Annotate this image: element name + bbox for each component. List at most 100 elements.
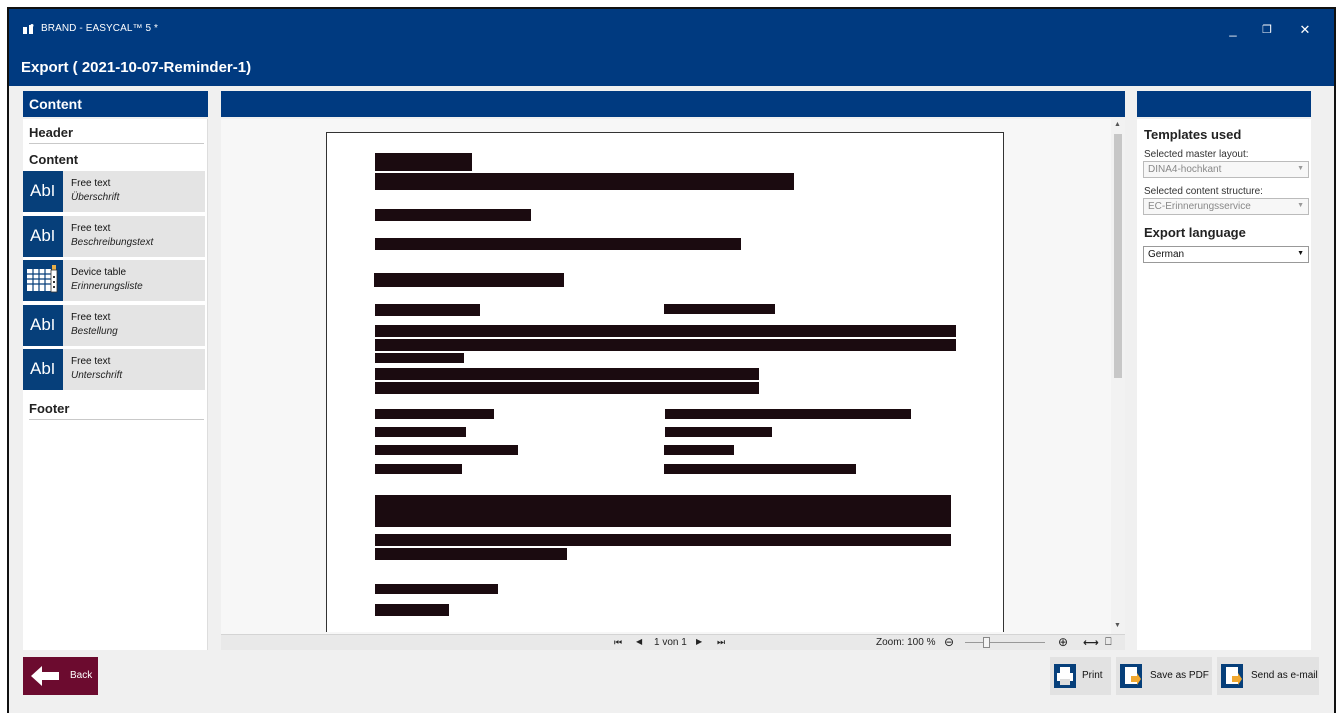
content-structure-select: EC-Erinnerungsservice ▼ (1143, 198, 1309, 215)
redacted-text (375, 445, 518, 455)
zoom-out-icon[interactable]: ⊖ (944, 635, 954, 649)
content-section-label[interactable]: Content (29, 152, 78, 167)
zoom-slider[interactable] (965, 637, 1045, 648)
content-panel: Header Content AbⅠ Free text Überschrift… (23, 119, 208, 650)
scrollbar-thumb[interactable] (1114, 134, 1122, 378)
app-logo-icon (23, 24, 34, 34)
preview-toolbar: ⏮ ◀ 1 von 1 ▶ ⏭ Zoom: 100 % ⊖ ⊕ ⟷ ⎕ (221, 634, 1125, 650)
chevron-down-icon: ▼ (1297, 202, 1304, 209)
content-item-bestellung[interactable]: AbⅠ Free text Bestellung (23, 305, 205, 346)
device-table-icon (23, 260, 63, 301)
page-header: Export ( 2021-10-07-Reminder-1) (9, 49, 1334, 86)
redacted-text (375, 409, 494, 419)
content-item-subtitle: Überschrift (71, 192, 120, 203)
redacted-text (375, 427, 466, 437)
content-item-subtitle: Unterschrift (71, 370, 123, 381)
redacted-text (375, 464, 462, 474)
app-title: BRAND - EASYCAL™ 5 * (41, 23, 159, 34)
print-button[interactable]: Print (1050, 657, 1111, 695)
master-layout-label: Selected master layout: (1144, 149, 1249, 160)
preview-panel-header (221, 91, 1125, 117)
content-item-erinnerungsliste[interactable]: Device table Erinnerungsliste (23, 260, 205, 301)
content-item-ueberschrift[interactable]: AbⅠ Free text Überschrift (23, 171, 205, 212)
content-item-unterschrift[interactable]: AbⅠ Free text Unterschrift (23, 349, 205, 390)
next-page-icon[interactable]: ▶ (696, 637, 702, 646)
close-button[interactable]: ✕ (1288, 17, 1322, 43)
title-bar: BRAND - EASYCAL™ 5 * _ ❐ ✕ (9, 9, 1334, 49)
redacted-text (375, 209, 531, 221)
restore-button[interactable]: ❐ (1250, 17, 1284, 43)
redacted-text (665, 427, 772, 437)
content-item-title: Free text (71, 356, 111, 367)
previous-page-icon[interactable]: ◀ (636, 637, 642, 646)
divider (29, 143, 204, 144)
export-language-title: Export language (1144, 225, 1246, 240)
scroll-down-arrow-icon[interactable]: ▼ (1114, 622, 1121, 629)
redacted-text (664, 304, 775, 314)
redacted-text (375, 238, 741, 250)
fit-page-icon[interactable]: ⎕ (1105, 636, 1112, 649)
content-item-title: Free text (71, 223, 111, 234)
text-icon: AbⅠ (23, 171, 63, 212)
arrow-left-icon (31, 666, 59, 686)
zoom-label: Zoom: 100 % (876, 637, 936, 648)
content-item-title: Free text (71, 178, 111, 189)
printer-icon (1054, 664, 1076, 688)
send-email-icon (1221, 664, 1243, 688)
content-panel-title: Content (23, 91, 208, 117)
redacted-text (375, 495, 951, 527)
redacted-text (664, 445, 734, 455)
back-button[interactable]: Back (23, 657, 98, 695)
settings-panel-header (1137, 91, 1311, 117)
preview-vertical-scrollbar[interactable]: ▲ ▼ (1111, 119, 1125, 634)
master-layout-select: DINA4-hochkant ▼ (1143, 161, 1309, 178)
content-item-beschreibungstext[interactable]: AbⅠ Free text Beschreibungstext (23, 216, 205, 257)
redacted-text (375, 353, 464, 363)
fit-width-icon[interactable]: ⟷ (1083, 636, 1099, 649)
document-preview: ▲ ▼ ⏮ ◀ 1 von 1 ▶ ⏭ Zoom: 100 % ⊖ ⊕ ⟷ ⎕ (221, 119, 1125, 650)
first-page-icon[interactable]: ⏮ (614, 637, 622, 648)
content-structure-label: Selected content structure: (1144, 186, 1263, 197)
redacted-text (375, 604, 449, 616)
last-page-icon[interactable]: ⏭ (717, 637, 725, 648)
redacted-text (665, 409, 911, 419)
header-section-label[interactable]: Header (29, 125, 73, 140)
page-indicator: 1 von 1 (654, 637, 687, 648)
zoom-in-icon[interactable]: ⊕ (1058, 635, 1068, 649)
settings-panel: Templates used Selected master layout: D… (1137, 119, 1311, 650)
chevron-down-icon: ▼ (1297, 250, 1304, 257)
scroll-up-arrow-icon[interactable]: ▲ (1114, 121, 1121, 128)
redacted-text (375, 382, 759, 394)
footer-section-label[interactable]: Footer (29, 401, 69, 416)
application-window: BRAND - EASYCAL™ 5 * _ ❐ ✕ Export ( 2021… (7, 7, 1336, 713)
text-icon: AbⅠ (23, 349, 63, 390)
text-icon: AbⅠ (23, 305, 63, 346)
save-pdf-icon (1120, 664, 1142, 688)
redacted-text (375, 153, 472, 171)
send-as-email-button[interactable]: Send as e-mail (1217, 657, 1319, 695)
redacted-text (374, 273, 564, 287)
content-item-subtitle: Erinnerungsliste (71, 281, 143, 292)
minimize-button[interactable]: _ (1216, 17, 1250, 43)
chevron-down-icon: ▼ (1297, 165, 1304, 172)
redacted-text (375, 339, 956, 351)
redacted-text (375, 304, 480, 316)
export-language-select[interactable]: German ▼ (1143, 246, 1309, 263)
redacted-text (375, 548, 567, 560)
content-item-title: Device table (71, 267, 127, 278)
redacted-text (375, 368, 759, 380)
redacted-text (375, 584, 498, 594)
content-item-title: Free text (71, 312, 111, 323)
content-item-subtitle: Bestellung (71, 326, 118, 337)
save-as-pdf-button[interactable]: Save as PDF (1116, 657, 1212, 695)
content-item-subtitle: Beschreibungstext (71, 237, 154, 248)
page-title: Export ( 2021-10-07-Reminder-1) (21, 59, 252, 76)
redacted-text (375, 173, 794, 190)
redacted-text (375, 325, 956, 337)
divider (29, 419, 204, 420)
templates-used-title: Templates used (1144, 127, 1242, 142)
text-icon: AbⅠ (23, 216, 63, 257)
zoom-slider-thumb[interactable] (983, 637, 990, 648)
footer-bar: Back Print Save as PDF Send as e-mail (9, 654, 1334, 713)
preview-page (326, 132, 1004, 632)
